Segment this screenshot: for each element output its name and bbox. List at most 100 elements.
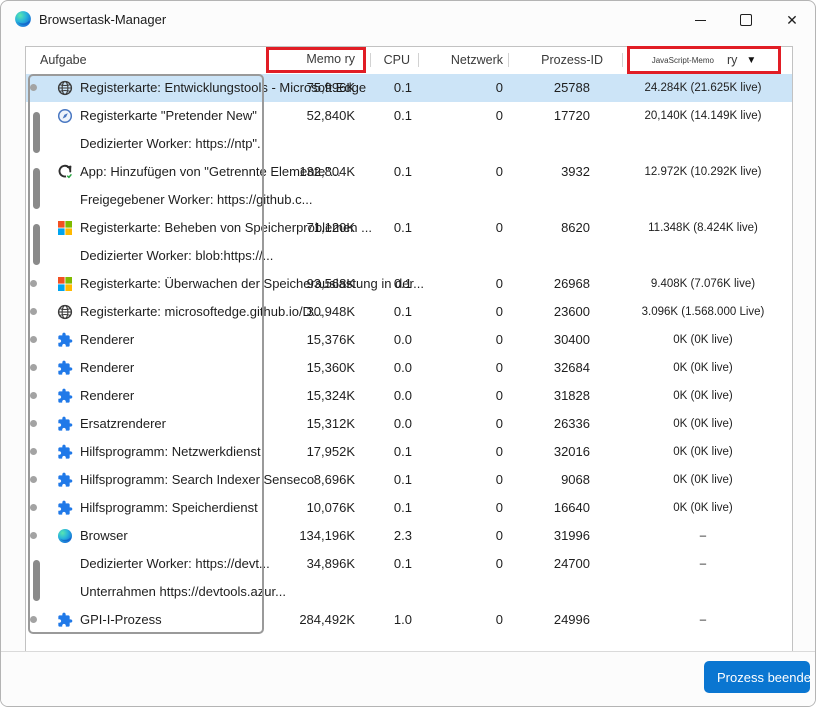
group-indicator-bar — [33, 168, 40, 209]
cpu-value: 2.3 — [394, 522, 412, 550]
pid-value: 8620 — [561, 214, 590, 242]
cpu-value: 0.0 — [394, 354, 412, 382]
group-indicator-bar — [33, 560, 40, 601]
globe-icon — [57, 304, 73, 320]
cpu-value: 0.0 — [394, 410, 412, 438]
memory-value: 134,196K — [299, 522, 355, 550]
process-bullet — [30, 448, 37, 455]
task-row[interactable]: Renderer15,324K0.00318280K (0K live) — [26, 382, 792, 410]
network-value: 0 — [496, 550, 503, 578]
memory-value: 132,804K — [299, 158, 355, 186]
globe-icon — [57, 80, 73, 96]
memory-value: 15,324K — [307, 382, 355, 410]
task-name: Registerkarte: microsoftedge.github.io/D… — [80, 298, 323, 326]
process-bullet — [30, 616, 37, 623]
mslogo-icon — [57, 220, 73, 236]
pid-value: 17720 — [554, 102, 590, 130]
task-row[interactable]: Hilfsprogramm: Search Indexer Senseco8,6… — [26, 466, 792, 494]
pid-value: 26336 — [554, 410, 590, 438]
task-row[interactable]: App: Hinzufügen von "Getrennte Elemente"… — [26, 158, 792, 186]
close-button[interactable]: ✕ — [775, 6, 809, 34]
process-bullet — [30, 392, 37, 399]
task-row[interactable]: Hilfsprogramm: Speicherdienst10,076K0.10… — [26, 494, 792, 522]
task-name: Dedizierter Worker: blob:https://... — [80, 242, 273, 270]
task-name: Renderer — [80, 382, 134, 410]
header-divider — [508, 53, 509, 67]
task-name: GPI-I-Prozess — [80, 606, 162, 634]
cpu-value: 0.1 — [394, 74, 412, 102]
pid-value: 26968 — [554, 270, 590, 298]
task-name: Renderer — [80, 354, 134, 382]
task-row[interactable]: Hilfsprogramm: Netzwerkdienst17,952K0.10… — [26, 438, 792, 466]
pid-value: 32684 — [554, 354, 590, 382]
minimize-button[interactable] — [683, 6, 717, 34]
column-header-pid[interactable]: Prozess-ID — [541, 47, 603, 73]
cpu-value: 0.1 — [394, 466, 412, 494]
task-row[interactable]: Registerkarte: Überwachen der Speicherau… — [26, 270, 792, 298]
task-row[interactable]: Registerkarte: Entwicklungstools - Micro… — [26, 74, 792, 102]
pid-value: 31828 — [554, 382, 590, 410]
column-header-js-memory[interactable]: JavaScript-Memo — [652, 56, 714, 65]
sync-icon — [57, 164, 73, 180]
group-indicator-bar — [33, 224, 40, 265]
table-header: Aufgabe Memo ry CPU Netzwerk Prozess-ID … — [26, 47, 792, 74]
network-value: 0 — [496, 214, 503, 242]
task-row[interactable]: Unterrahmen https://devtools.azur... — [26, 578, 792, 606]
process-bullet — [30, 280, 37, 287]
cpu-value: 0.0 — [394, 326, 412, 354]
end-process-button[interactable]: Prozess beende — [704, 661, 810, 693]
close-icon: ✕ — [786, 13, 798, 27]
task-row[interactable]: Registerkarte: microsoftedge.github.io/D… — [26, 298, 792, 326]
column-header-memory[interactable]: Memo ry — [306, 52, 355, 66]
task-row[interactable]: Renderer15,376K0.00304000K (0K live) — [26, 326, 792, 354]
header-divider — [622, 53, 623, 67]
pid-value: 31996 — [554, 522, 590, 550]
js-memory-value: 0K (0K live) — [618, 494, 788, 522]
header-divider — [370, 53, 371, 67]
task-row[interactable]: Dedizierter Worker: blob:https://... — [26, 242, 792, 270]
memory-value: 15,360K — [307, 354, 355, 382]
column-header-js-memory-suffix[interactable]: ry — [727, 53, 737, 67]
cpu-value: 0.1 — [394, 438, 412, 466]
js-memory-value: 0K (0K live) — [618, 326, 788, 354]
task-row[interactable]: Dedizierter Worker: https://devt...34,89… — [26, 550, 792, 578]
js-memory-value: – — [618, 606, 788, 634]
task-name: Renderer — [80, 326, 134, 354]
cpu-value: 0.1 — [394, 550, 412, 578]
task-row[interactable]: GPI-I-Prozess284,492K1.0024996– — [26, 606, 792, 634]
task-row[interactable]: Ersatzrenderer15,312K0.00263360K (0K liv… — [26, 410, 792, 438]
annotation-box-js-memory: JavaScript-Memo ry ▼ — [627, 46, 781, 74]
memory-value: 284,492K — [299, 606, 355, 634]
task-row[interactable]: Dedizierter Worker: https://ntp". — [26, 130, 792, 158]
js-memory-value: 12.972K (10.292K live) — [618, 158, 788, 186]
process-bullet — [30, 476, 37, 483]
column-header-network[interactable]: Netzwerk — [451, 47, 503, 73]
network-value: 0 — [496, 382, 503, 410]
puzzle-icon — [57, 388, 73, 404]
window-title: Browsertask-Manager — [39, 12, 166, 27]
task-row[interactable]: Registerkarte: Beheben von Speicherprobl… — [26, 214, 792, 242]
edge-logo-icon — [14, 10, 32, 28]
maximize-button[interactable] — [729, 6, 763, 34]
sort-descending-icon[interactable]: ▼ — [746, 55, 756, 66]
cpu-value: 1.0 — [394, 606, 412, 634]
process-bullet — [30, 308, 37, 315]
process-table: Aufgabe Memo ry CPU Netzwerk Prozess-ID … — [25, 46, 793, 651]
network-value: 0 — [496, 354, 503, 382]
task-row[interactable]: Renderer15,360K0.00326840K (0K live) — [26, 354, 792, 382]
cpu-value: 0.0 — [394, 382, 412, 410]
column-header-task[interactable]: Aufgabe — [40, 47, 87, 73]
browser-task-manager-window: Browsertask-Manager ✕ Aufgabe Memo ry CP… — [0, 0, 816, 707]
memory-value: 75,996K — [307, 74, 355, 102]
task-row[interactable]: Browser134,196K2.3031996– — [26, 522, 792, 550]
cpu-value: 0.1 — [394, 270, 412, 298]
memory-value: 52,840K — [307, 102, 355, 130]
edge-icon — [57, 528, 73, 544]
task-row[interactable]: Registerkarte "Pretender New"52,840K0.10… — [26, 102, 792, 130]
puzzle-icon — [57, 612, 73, 628]
memory-value: 17,952K — [307, 438, 355, 466]
task-row[interactable]: Freigegebener Worker: https://github.c..… — [26, 186, 792, 214]
memory-value: 93,568K — [307, 270, 355, 298]
network-value: 0 — [496, 606, 503, 634]
column-header-cpu[interactable]: CPU — [384, 47, 410, 73]
